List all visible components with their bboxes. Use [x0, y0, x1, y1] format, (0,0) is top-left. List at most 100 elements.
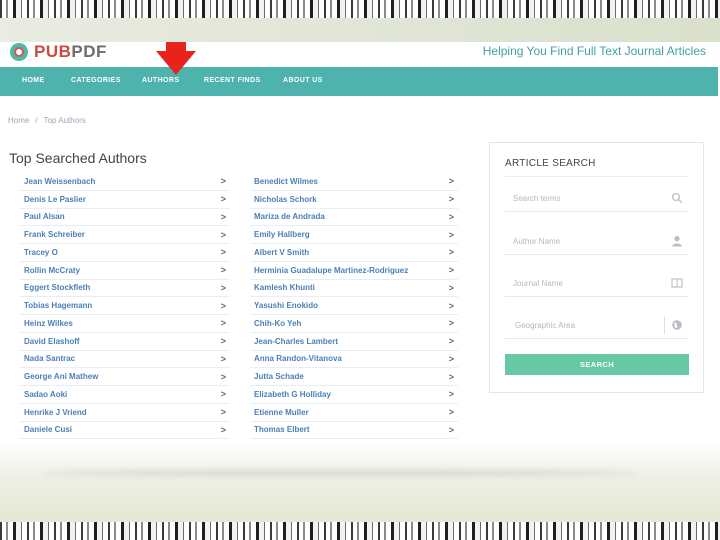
author-row[interactable]: Kamlesh Khunti > [250, 280, 458, 298]
chevron-right-icon: > [220, 265, 226, 276]
search-terms-input[interactable]: Search terms [505, 186, 689, 212]
breadcrumb: Home / Top Authors [8, 116, 86, 125]
author-row[interactable]: Sadao Aoki > [20, 386, 230, 404]
author-link[interactable]: Yasushi Enokido [254, 301, 318, 310]
breadcrumb-home[interactable]: Home [8, 116, 29, 125]
author-link[interactable]: Tobias Hagemann [24, 301, 92, 310]
author-row[interactable]: Nicholas Schork > [250, 191, 458, 209]
chevron-right-icon: > [448, 211, 454, 222]
chevron-right-icon: > [220, 353, 226, 364]
nav-recent-finds[interactable]: RECENT FINDS [204, 77, 261, 84]
article-search-panel: ARTICLE SEARCH Search terms Author Name … [489, 142, 704, 393]
author-row[interactable]: Heinz Wilkes > [20, 315, 230, 333]
author-row[interactable]: Tracey O > [20, 244, 230, 262]
author-row[interactable]: Albert V Smith > [250, 244, 458, 262]
site-tagline: Helping You Find Full Text Journal Artic… [482, 44, 706, 58]
user-icon [672, 236, 682, 247]
main-nav: HOME CATEGORIES AUTHORS RECENT FINDS ABO… [0, 67, 718, 96]
author-name-input[interactable]: Author Name [505, 229, 689, 255]
site-logo[interactable]: PUBPDF [10, 42, 107, 62]
author-row[interactable]: Jean-Charles Lambert > [250, 333, 458, 351]
author-row[interactable]: Benedict Wilmes > [250, 173, 458, 191]
author-row[interactable]: Etienne Muller > [250, 404, 458, 422]
nav-categories[interactable]: CATEGORIES [71, 77, 121, 84]
author-link[interactable]: Emily Hallberg [254, 230, 310, 239]
authors-list-left: Jean Weissenbach > Denis Le Paslier > Paul… [20, 173, 230, 440]
author-row[interactable]: Elizabeth G Holliday > [250, 386, 458, 404]
author-link[interactable]: Frank Schreiber [24, 230, 85, 239]
author-row[interactable]: David Elashoff > [20, 333, 230, 351]
chevron-right-icon: > [220, 194, 226, 205]
author-row[interactable]: Henrike J Vriend > [20, 404, 230, 422]
author-link[interactable]: Herminia Guadalupe Martinez-Rodriguez [254, 266, 408, 275]
author-row[interactable]: Yasushi Enokido > [250, 297, 458, 315]
author-row[interactable]: Denis Le Paslier > [20, 191, 230, 209]
author-link[interactable]: Denis Le Paslier [24, 195, 86, 204]
breadcrumb-separator: / [35, 116, 38, 125]
author-link[interactable]: Etienne Muller [254, 408, 309, 417]
author-row[interactable]: Rollin McCraty > [20, 262, 230, 280]
chevron-right-icon: > [448, 282, 454, 293]
slide-frame: PUBPDF Helping You Find Full Text Journa… [0, 0, 720, 540]
author-link[interactable]: Tracey O [24, 248, 58, 257]
chevron-right-icon: > [448, 389, 454, 400]
chevron-right-icon: > [220, 424, 226, 435]
author-row[interactable]: Anna Randon-Vitanova > [250, 351, 458, 369]
author-row[interactable]: Eggert Stockfleth > [20, 280, 230, 298]
author-link[interactable]: Heinz Wilkes [24, 319, 73, 328]
top-wash-decoration [0, 18, 720, 42]
author-row[interactable]: Mariza de Andrada > [250, 209, 458, 227]
author-row[interactable]: Frank Schreiber > [20, 226, 230, 244]
author-row[interactable]: Tobias Hagemann > [20, 297, 230, 315]
author-link[interactable]: Kamlesh Khunti [254, 283, 315, 292]
field-separator [664, 317, 665, 334]
author-link[interactable]: Benedict Wilmes [254, 177, 318, 186]
author-link[interactable]: Chih-Ko Yeh [254, 319, 301, 328]
chevron-right-icon: > [448, 229, 454, 240]
author-link[interactable]: Jean-Charles Lambert [254, 337, 338, 346]
author-row[interactable]: Jutta Schade > [250, 368, 458, 386]
author-row[interactable]: Paul Alsan > [20, 209, 230, 227]
author-link[interactable]: Rollin McCraty [24, 266, 80, 275]
author-link[interactable]: Nada Santrac [24, 354, 75, 363]
nav-home[interactable]: HOME [22, 77, 45, 84]
author-row[interactable]: Thomas Elbert > [250, 422, 458, 440]
chevron-right-icon: > [220, 211, 226, 222]
chevron-right-icon: > [220, 371, 226, 382]
journal-name-input[interactable]: Journal Name [505, 271, 689, 297]
author-row[interactable]: George Ani Mathew > [20, 368, 230, 386]
geographic-area-select[interactable]: Geographic Area [505, 313, 689, 339]
author-row[interactable]: Chih-Ko Yeh > [250, 315, 458, 333]
author-link[interactable]: Henrike J Vriend [24, 408, 87, 417]
chevron-right-icon: > [448, 300, 454, 311]
chevron-right-icon: > [220, 176, 226, 187]
article-search-title: ARTICLE SEARCH [505, 158, 596, 169]
author-link[interactable]: David Elashoff [24, 337, 80, 346]
author-link[interactable]: Paul Alsan [24, 212, 65, 221]
author-row[interactable]: Emily Hallberg > [250, 226, 458, 244]
author-link[interactable]: Sadao Aoki [24, 390, 67, 399]
author-link[interactable]: Albert V Smith [254, 248, 309, 257]
author-link[interactable]: Elizabeth G Holliday [254, 390, 331, 399]
author-row[interactable]: Jean Weissenbach > [20, 173, 230, 191]
author-link[interactable]: Mariza de Andrada [254, 212, 325, 221]
author-link[interactable]: Daniele Cusi [24, 425, 72, 434]
author-row[interactable]: Nada Santrac > [20, 351, 230, 369]
chevron-right-icon: > [448, 194, 454, 205]
nav-authors[interactable]: AUTHORS [142, 77, 179, 84]
chevron-right-icon: > [220, 389, 226, 400]
nav-about-us[interactable]: ABOUT US [283, 77, 323, 84]
chevron-right-icon: > [220, 300, 226, 311]
chevron-right-icon: > [448, 336, 454, 347]
author-link[interactable]: Jutta Schade [254, 372, 304, 381]
author-row[interactable]: Herminia Guadalupe Martinez-Rodriguez > [250, 262, 458, 280]
author-link[interactable]: Nicholas Schork [254, 195, 317, 204]
author-link[interactable]: Anna Randon-Vitanova [254, 354, 342, 363]
author-link[interactable]: George Ani Mathew [24, 372, 98, 381]
search-button[interactable]: SEARCH [505, 354, 689, 375]
author-link[interactable]: Jean Weissenbach [24, 177, 95, 186]
author-row[interactable]: Daniele Cusi > [20, 422, 230, 440]
author-link[interactable]: Thomas Elbert [254, 425, 310, 434]
author-link[interactable]: Eggert Stockfleth [24, 283, 90, 292]
author-name-placeholder: Author Name [513, 237, 561, 246]
